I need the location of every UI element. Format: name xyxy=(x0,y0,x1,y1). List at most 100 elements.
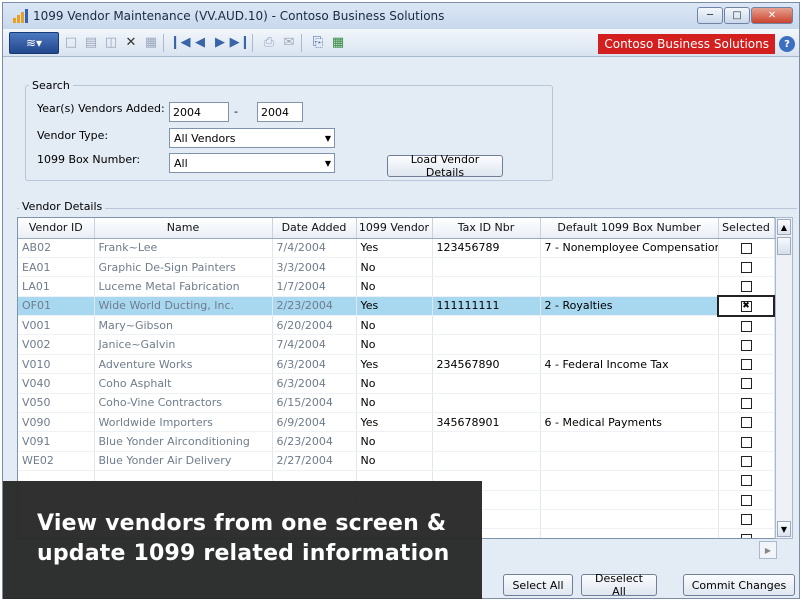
cell-1099-vendor: No xyxy=(356,334,433,355)
cell-vendor-id: V001 xyxy=(18,315,95,336)
cell-default-box xyxy=(540,315,719,336)
cell-1099-vendor: Yes xyxy=(356,354,433,375)
table-row[interactable]: WE02 Blue Yonder Air Delivery 2/27/2004 No xyxy=(18,451,775,472)
table-row[interactable]: OF01 Wide World Ducting, Inc. 2/23/2004 Yes… xyxy=(18,295,775,317)
caption-overlay: View vendors from one screen & update 10… xyxy=(3,481,482,599)
checkbox[interactable] xyxy=(740,262,752,274)
table-row[interactable]: V091 Blue Yonder Airconditioning 6/23/2004… xyxy=(18,431,775,452)
cell-default-box: 7 - Nonemployee Compensation xyxy=(540,238,719,258)
col-tax-id[interactable]: Tax ID Nbr xyxy=(432,218,541,239)
col-vendor-id[interactable]: Vendor ID xyxy=(18,218,95,239)
cell-1099-vendor: Yes xyxy=(356,296,433,317)
checkbox-checked[interactable]: ✖ xyxy=(740,300,752,312)
toolbar-separator xyxy=(163,33,164,52)
email-icon[interactable]: ✉ xyxy=(281,34,297,52)
next-icon[interactable]: ▶ xyxy=(212,34,228,52)
cell-tax-id xyxy=(432,276,541,297)
cell-1099-vendor: No xyxy=(356,431,433,452)
save-icon[interactable]: ▤ xyxy=(83,34,99,52)
cell-vendor-id: WE02 xyxy=(18,451,95,472)
checkbox[interactable] xyxy=(740,475,752,487)
app-menu-button[interactable]: ≋▾ xyxy=(9,31,59,54)
table-row[interactable]: V090 Worldwide Importers 6/9/2004 Yes 345678… xyxy=(18,412,775,433)
new-icon[interactable]: □ xyxy=(63,34,79,52)
cell-name: Blue Yonder Airconditioning xyxy=(94,431,273,452)
box-number-label: 1099 Box Number: xyxy=(37,153,141,166)
first-icon[interactable]: ❙◀ xyxy=(170,34,191,52)
grid-scrollbar[interactable]: ▲ ▼ xyxy=(775,217,793,539)
delete-icon[interactable]: ✕ xyxy=(123,34,139,52)
cell-tax-id: 234567890 xyxy=(432,354,541,375)
checkbox[interactable] xyxy=(740,281,752,293)
checkbox[interactable] xyxy=(740,533,752,538)
year-range-dash: - xyxy=(234,105,238,118)
checkbox[interactable] xyxy=(740,320,752,332)
scroll-up-icon[interactable]: ▲ xyxy=(777,219,791,235)
year-to-input[interactable]: 2004 xyxy=(257,102,303,122)
cell-vendor-id: V090 xyxy=(18,412,95,433)
vendor-type-select[interactable]: All Vendors ▼ xyxy=(169,128,335,148)
table-row[interactable]: AB02 Frank~Lee 7/4/2004 Yes 123456789 7 - Non… xyxy=(18,238,775,258)
prev-icon[interactable]: ◀ xyxy=(192,34,208,52)
load-vendor-details-button[interactable]: Load Vendor Details xyxy=(387,153,503,179)
cell-selected xyxy=(718,412,775,433)
cell-vendor-id: V091 xyxy=(18,431,95,452)
table-row[interactable]: V002 Janice~Galvin 7/4/2004 No xyxy=(18,334,775,355)
export-icon[interactable]: ⎘ xyxy=(310,34,326,52)
checkbox[interactable] xyxy=(740,436,752,448)
last-icon[interactable]: ▶❙ xyxy=(230,34,251,52)
minimize-button[interactable]: ─ xyxy=(697,7,723,24)
toolbar-separator xyxy=(252,33,253,52)
cell-name: Graphic De-Sign Painters xyxy=(94,257,273,278)
scroll-down-icon[interactable]: ▼ xyxy=(777,521,791,537)
close-button[interactable]: ✕ xyxy=(751,7,793,24)
cell-1099-vendor: No xyxy=(356,257,433,278)
maximize-icon: □ xyxy=(732,10,742,21)
cell-tax-id: 111111111 xyxy=(432,296,541,317)
help-icon[interactable]: ? xyxy=(779,36,795,52)
col-date-added[interactable]: Date Added xyxy=(272,218,357,239)
excel-icon[interactable]: ▦ xyxy=(330,34,346,52)
cell-1099-vendor: No xyxy=(356,451,433,472)
vendor-details-label: Vendor Details xyxy=(19,200,106,213)
table-row[interactable]: LA01 Luceme Metal Fabrication 1/7/2004 No xyxy=(18,276,775,297)
checkbox[interactable] xyxy=(740,455,752,467)
table-row[interactable]: V050 Coho-Vine Contractors 6/15/2004 No xyxy=(18,393,775,414)
scroll-right-icon[interactable]: ▶ xyxy=(759,541,777,559)
print-icon[interactable]: ⎙ xyxy=(261,34,277,52)
year-from-input[interactable]: 2004 xyxy=(169,102,229,122)
table-row[interactable]: V001 Mary~Gibson 6/20/2004 No xyxy=(18,315,775,336)
scroll-thumb[interactable] xyxy=(777,237,791,255)
checkbox[interactable] xyxy=(740,242,752,254)
cell-default-box xyxy=(540,334,719,355)
col-1099-vendor[interactable]: 1099 Vendor xyxy=(356,218,433,239)
col-selected[interactable]: Selected xyxy=(718,218,775,239)
cell-name: Luceme Metal Fabrication xyxy=(94,276,273,297)
copy-icon[interactable]: ◫ xyxy=(103,34,119,52)
checkbox[interactable] xyxy=(740,378,752,390)
table-row[interactable]: EA01 Graphic De-Sign Painters 3/3/2004 No xyxy=(18,257,775,278)
checkbox[interactable] xyxy=(740,514,752,526)
col-name[interactable]: Name xyxy=(94,218,273,239)
checkbox[interactable] xyxy=(740,417,752,429)
select-all-button[interactable]: Select All xyxy=(503,574,573,596)
box-number-select[interactable]: All ▼ xyxy=(169,153,335,173)
checkbox[interactable] xyxy=(740,359,752,371)
col-default-box[interactable]: Default 1099 Box Number xyxy=(540,218,719,239)
cell-name: Wide World Ducting, Inc. xyxy=(94,296,273,317)
checkbox[interactable] xyxy=(740,494,752,506)
cell-default-box: 6 - Medical Payments xyxy=(540,412,719,433)
cell-date-added: 6/3/2004 xyxy=(272,373,357,394)
deselect-all-button[interactable]: Deselect All xyxy=(581,572,657,598)
commit-changes-button[interactable]: Commit Changes xyxy=(683,574,795,596)
maximize-button[interactable]: □ xyxy=(724,7,750,24)
cell-default-box xyxy=(540,276,719,297)
table-row[interactable]: V010 Adventure Works 6/3/2004 Yes 234567890 4… xyxy=(18,354,775,375)
checkbox[interactable] xyxy=(740,339,752,351)
cell-selected xyxy=(718,528,775,538)
note-icon[interactable]: ▦ xyxy=(143,34,159,52)
cell-selected: ✖ xyxy=(717,295,775,317)
cell-tax-id xyxy=(432,334,541,355)
checkbox[interactable] xyxy=(740,397,752,409)
table-row[interactable]: V040 Coho Asphalt 6/3/2004 No xyxy=(18,373,775,394)
